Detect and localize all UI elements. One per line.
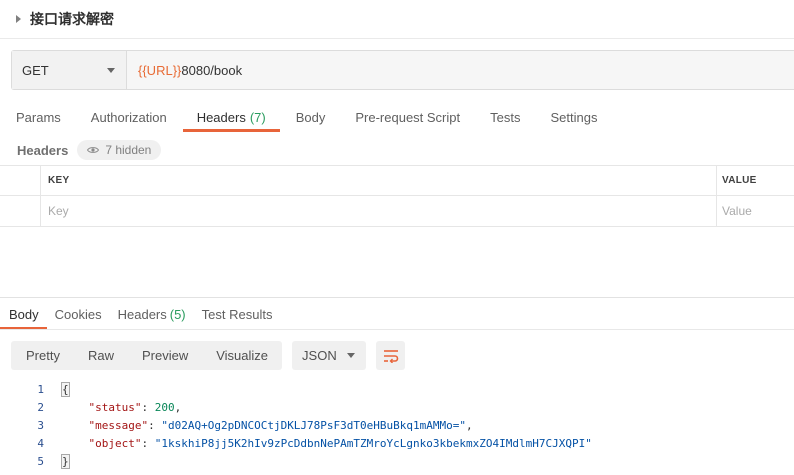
json-punct: , <box>466 418 473 432</box>
response-view-toolbar: Pretty Raw Preview Visualize JSON <box>11 341 406 370</box>
row-checkbox-cell <box>0 196 41 226</box>
url-input[interactable]: {{URL}} 8080/book <box>127 51 794 89</box>
eye-icon <box>87 147 100 153</box>
tab-authorization[interactable]: Authorization <box>91 100 167 132</box>
code-text: "status": 200, <box>88 400 182 414</box>
tab-label: Headers <box>117 307 167 322</box>
visualize-button[interactable]: Visualize <box>202 341 282 370</box>
headers-table: KEY VALUE Key Value <box>0 165 794 227</box>
pretty-button[interactable]: Pretty <box>11 341 74 370</box>
code-line: 3 "message": "d02AQ+Og2pDNCOCtjDKLJ78PsF… <box>0 416 794 434</box>
column-label: KEY <box>48 175 70 186</box>
json-value: "1kskhiP8jj5K2hIv9zPcDdbnNePAmTZMroYcLgn… <box>154 436 592 450</box>
key-placeholder: Key <box>48 204 69 218</box>
tab-label: Settings <box>550 110 598 125</box>
tab-count: (7) <box>249 110 266 125</box>
wrap-lines-button[interactable] <box>376 341 406 370</box>
json-value: 200 <box>154 400 175 414</box>
wrap-lines-icon <box>383 349 398 363</box>
chevron-down-icon <box>107 68 115 73</box>
line-number: 2 <box>37 400 44 414</box>
tab-response-cookies[interactable]: Cookies <box>55 298 102 330</box>
method-select[interactable]: GET <box>12 51 127 89</box>
close-brace: } <box>61 453 70 469</box>
tab-pre-request-script[interactable]: Pre-request Script <box>355 100 460 132</box>
json-key: "message" <box>88 418 149 432</box>
tab-response-body[interactable]: Body <box>0 298 47 330</box>
headers-section-label: Headers <box>17 142 69 158</box>
tab-label: Cookies <box>54 307 102 322</box>
code-line: 5 } <box>0 452 794 470</box>
code-line: 2 "status": 200, <box>0 398 794 416</box>
response-body-editor[interactable]: 1 { 2 "status": 200, 3 "message": "d02AQ… <box>0 380 794 470</box>
line-number: 5 <box>37 454 44 468</box>
checkbox-column <box>0 166 41 195</box>
preview-button[interactable]: Preview <box>128 341 202 370</box>
view-mode-group: Pretty Raw Preview Visualize <box>11 341 283 370</box>
code-line: 4 "object": "1kskhiP8jj5K2hIv9zPcDdbnNeP… <box>0 434 794 452</box>
method-label: GET <box>22 62 49 78</box>
code-text: "object": "1kskhiP8jj5K2hIv9zPcDdbnNePAm… <box>88 436 592 450</box>
tab-body[interactable]: Body <box>296 100 326 132</box>
column-label: VALUE <box>722 175 757 186</box>
line-number: 4 <box>37 436 44 450</box>
line-number: 1 <box>37 382 44 396</box>
json-key: "status" <box>88 400 142 414</box>
table-header-row: KEY VALUE <box>0 166 794 196</box>
tab-label: Test Results <box>201 307 273 322</box>
chevron-down-icon <box>347 353 356 358</box>
json-key: "object" <box>88 436 142 450</box>
code-text: "message": "d02AQ+Og2pDNCOCtjDKLJ78PsF3d… <box>88 418 473 432</box>
tab-tests[interactable]: Tests <box>490 100 520 132</box>
code-line: 1 { <box>0 380 794 398</box>
raw-button[interactable]: Raw <box>74 341 128 370</box>
value-column-header: VALUE <box>717 166 794 195</box>
url-variable: {{URL}} <box>138 62 182 78</box>
key-input[interactable]: Key <box>41 196 717 226</box>
hidden-headers-count: 7 hidden <box>105 143 152 157</box>
tab-label: Pre-request Script <box>355 110 461 125</box>
tab-params[interactable]: Params <box>16 100 61 132</box>
code-text: { <box>61 381 70 397</box>
request-title-bar[interactable]: 接口请求解密 <box>0 0 794 38</box>
request-name[interactable]: 接口请求解密 <box>30 9 114 29</box>
code-text: } <box>61 453 70 469</box>
tab-headers[interactable]: Headers (7) <box>182 100 280 132</box>
line-number: 3 <box>37 418 44 432</box>
json-value: "d02AQ+Og2pDNCOCtjDKLJ78PsF3dT0eHBuBkq1m… <box>161 418 466 432</box>
tab-label: Body <box>9 307 39 322</box>
tab-label: Params <box>16 110 61 125</box>
hidden-headers-toggle[interactable]: 7 hidden <box>77 140 162 160</box>
headers-section-header: Headers 7 hidden <box>17 140 162 160</box>
value-placeholder: Value <box>722 204 752 218</box>
tab-label: Authorization <box>90 110 167 125</box>
table-row: Key Value <box>0 196 794 227</box>
tab-count: (5) <box>169 307 186 322</box>
tab-label: Headers <box>196 110 246 125</box>
language-label: JSON <box>302 348 337 363</box>
tab-label: Tests <box>490 110 521 125</box>
json-punct: , <box>174 400 182 414</box>
url-path: 8080/book <box>181 62 243 78</box>
request-tabs: Params Authorization Headers (7) Body Pre… <box>0 100 611 132</box>
tab-settings[interactable]: Settings <box>550 100 597 132</box>
tab-test-results[interactable]: Test Results <box>202 298 273 330</box>
value-input[interactable]: Value <box>717 196 794 226</box>
open-brace: { <box>61 381 70 397</box>
key-column-header: KEY <box>41 166 717 195</box>
divider <box>0 38 794 39</box>
tab-label: Body <box>295 110 326 125</box>
language-select[interactable]: JSON <box>292 341 367 370</box>
url-bar: GET {{URL}} 8080/book <box>11 50 794 90</box>
response-tabs: Body Cookies Headers (5) Test Results <box>0 298 279 330</box>
tab-response-headers[interactable]: Headers (5) <box>118 298 186 330</box>
divider <box>0 329 794 330</box>
caret-right-icon[interactable] <box>16 15 21 23</box>
